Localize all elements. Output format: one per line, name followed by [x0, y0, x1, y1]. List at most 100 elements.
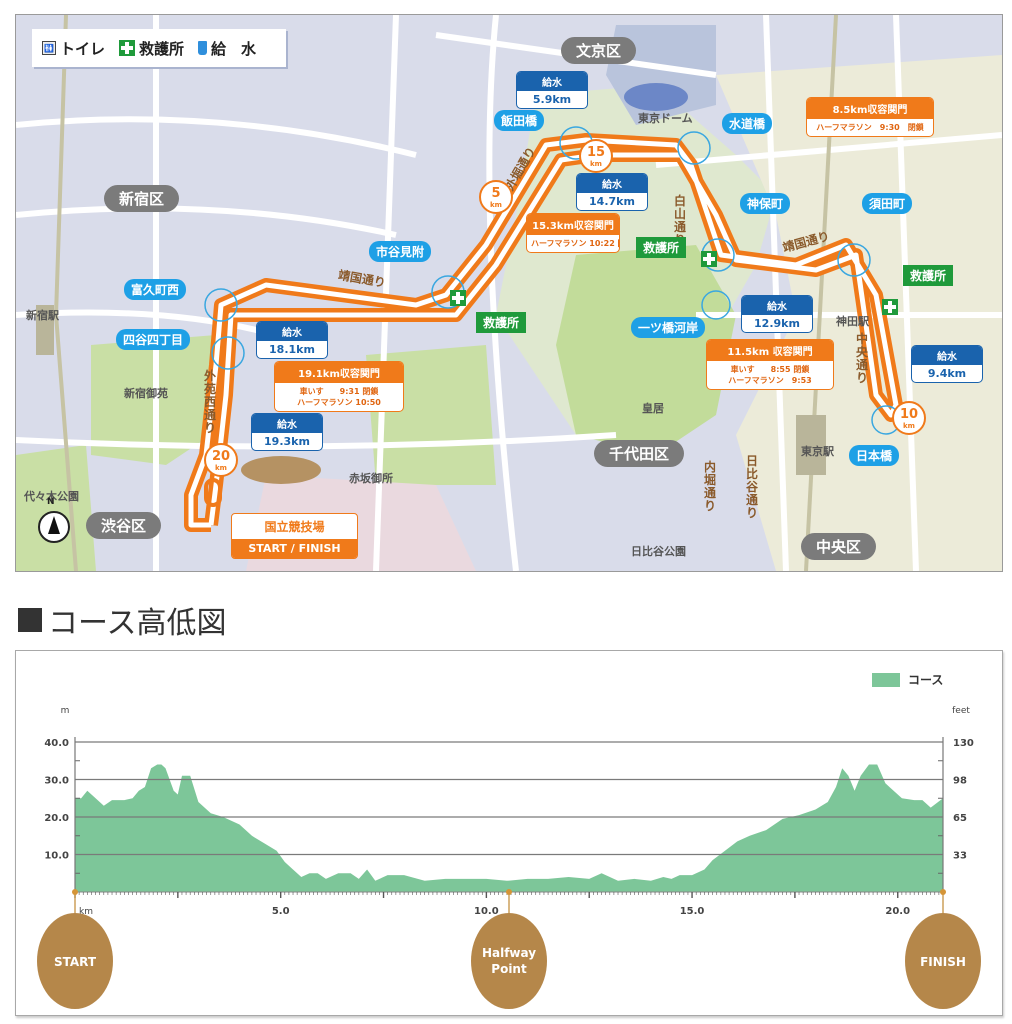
district-label: 中央区 — [801, 533, 877, 560]
cutoff-body: ハーフマラソン 9:30 閉鎖 — [816, 123, 924, 132]
y2-axis-unit: feet — [952, 706, 970, 716]
start-finish-label: START / FINISH — [232, 539, 357, 558]
y-tick-label: 30.0 — [44, 776, 69, 787]
place-label: 赤坂御所 — [349, 472, 393, 485]
marker-circle — [471, 913, 547, 1009]
intersection-label: 日本橋 — [849, 445, 900, 466]
marker-label: Point — [491, 962, 527, 976]
course-map[interactable]: 🚻 トイレ 救護所 給 水 新宿区 文京区 千代田区 渋谷区 中央区 新宿駅 新宿… — [15, 14, 1003, 572]
km-marker: 10 km — [892, 401, 926, 435]
water-station-title: 給水 — [742, 296, 812, 315]
cutoff-box: 11.5km 収容関門 車いす 8:55 閉鎖 ハーフマラソン 9:53 — [706, 339, 834, 390]
road-label: 中央通り — [856, 332, 869, 385]
place-label: 新宿駅 — [26, 309, 59, 322]
map-legend: 🚻 トイレ 救護所 給 水 — [32, 29, 286, 67]
km-marker-unit: km — [215, 464, 227, 472]
y-tick-label: 20.0 — [44, 813, 69, 824]
start-finish-box: 国立競技場 START / FINISH — [231, 513, 358, 559]
legend-water-label: 給 水 — [211, 39, 257, 58]
water-station-km: 19.3km — [264, 435, 310, 448]
marker-label: START — [54, 955, 97, 969]
water-station-title: 給水 — [257, 322, 327, 341]
water-station: 給水 12.9km — [741, 295, 813, 333]
water-station-title: 給水 — [577, 174, 647, 193]
first-aid-icon — [450, 290, 466, 306]
cutoff-body: 車いす 8:55 閉鎖 ハーフマラソン 9:53 — [728, 365, 812, 385]
km-marker-number: 10 — [899, 407, 919, 422]
tokyo-dome-icon — [624, 83, 688, 111]
water-station-km: 12.9km — [754, 317, 800, 330]
place-label: 東京駅 — [801, 445, 834, 458]
water-station: 給水 14.7km — [576, 173, 648, 211]
water-station: 給水 9.4km — [911, 345, 983, 383]
km-marker-number: 5 — [491, 186, 501, 201]
cutoff-body: 車いす 9:31 閉鎖 ハーフマラソン 10:50 — [297, 387, 381, 407]
road-label: 外苑西通り — [204, 369, 217, 435]
legend-aid-label: 救護所 — [139, 39, 185, 58]
water-station-km: 5.9km — [532, 93, 572, 106]
place-label: 東京ドーム — [638, 112, 693, 125]
x-tick-label: 10.0 — [474, 906, 499, 917]
title-square-icon — [18, 608, 42, 632]
marker-dot — [72, 889, 78, 895]
intersection-label: 神保町 — [740, 193, 791, 214]
intersection-label: 須田町 — [862, 193, 913, 214]
km-marker-unit: km — [490, 201, 502, 209]
aid-station-label: 救護所 — [476, 312, 527, 333]
toilet-icon: 🚻 — [42, 41, 56, 55]
intersection-label: 四谷四丁目 — [116, 329, 191, 350]
y2-tick-label: 33 — [953, 851, 967, 862]
national-stadium-icon — [241, 456, 321, 484]
marker-label: Halfway — [482, 946, 536, 960]
x-tick-label: 20.0 — [885, 906, 910, 917]
cutoff-box: 15.3km収容関門ハーフマラソン 10:22 閉鎖 — [526, 213, 620, 253]
water-cup-icon — [198, 41, 208, 55]
place-label: 皇居 — [642, 402, 664, 415]
start-venue: 国立競技場 — [264, 520, 325, 534]
elevation-svg: 10.0 33 20.0 65 30.0 98 40.0 130 5.0 10.0 15.0 20.0… — [37, 706, 981, 1009]
km-marker: 20 km — [204, 443, 238, 477]
district-label: 新宿区 — [104, 185, 180, 212]
water-station-title: 給水 — [912, 346, 982, 365]
cutoff-box: 8.5km収容関門ハーフマラソン 9:30 閉鎖 — [806, 97, 934, 137]
cutoff-body: ハーフマラソン 10:22 閉鎖 — [531, 239, 619, 248]
place-label: 日比谷公園 — [631, 545, 686, 558]
y2-tick-label: 130 — [953, 738, 974, 749]
first-aid-icon — [882, 299, 898, 315]
district-label: 渋谷区 — [86, 512, 162, 539]
intersection-label: 飯田橋 — [494, 110, 545, 131]
intersection-label: 市谷見附 — [369, 241, 432, 262]
cutoff-title: 8.5km収容関門 — [807, 98, 933, 119]
elevation-section-title: コース高低図 — [18, 598, 227, 642]
marker-label: FINISH — [920, 955, 966, 969]
y-axis-unit: m — [61, 706, 70, 716]
y-tick-label: 40.0 — [44, 738, 69, 749]
road-label: 日比谷通り — [746, 454, 759, 520]
district-label: 文京区 — [561, 37, 637, 64]
water-station-km: 9.4km — [927, 367, 967, 380]
elevation-chart: コース 10.0 33 20.0 65 30.0 98 40.0 130 5.0 10.0 15.0… — [15, 650, 1003, 1016]
intersection-label: 富久町西 — [124, 279, 187, 300]
km-marker-number: 20 — [211, 449, 231, 464]
compass-north-label: N — [47, 497, 55, 507]
compass-icon — [38, 511, 70, 543]
aid-station-label: 救護所 — [636, 237, 687, 258]
y-tick-label: 10.0 — [44, 851, 69, 862]
km-marker: 5 km — [479, 180, 513, 214]
place-label: 新宿御苑 — [124, 387, 168, 400]
water-station-title: 給水 — [252, 414, 322, 433]
cutoff-title: 19.1km収容関門 — [275, 362, 403, 383]
x-tick-label: 15.0 — [680, 906, 705, 917]
cutoff-box: 19.1km収容関門 車いす 9:31 閉鎖 ハーフマラソン 10:50 — [274, 361, 404, 412]
km-marker: 15 km — [579, 139, 613, 173]
water-station: 給水 18.1km — [256, 321, 328, 359]
yoyogi-park — [16, 445, 96, 571]
first-aid-icon — [701, 251, 717, 267]
marker-dot — [506, 889, 512, 895]
water-station-title: 給水 — [517, 72, 587, 91]
intersection-label: 水道橋 — [722, 113, 773, 134]
y2-tick-label: 98 — [953, 776, 967, 787]
marker-dot — [940, 889, 946, 895]
legend-toilet-label: トイレ — [60, 39, 106, 58]
elevation-title-text: コース高低図 — [48, 606, 227, 641]
